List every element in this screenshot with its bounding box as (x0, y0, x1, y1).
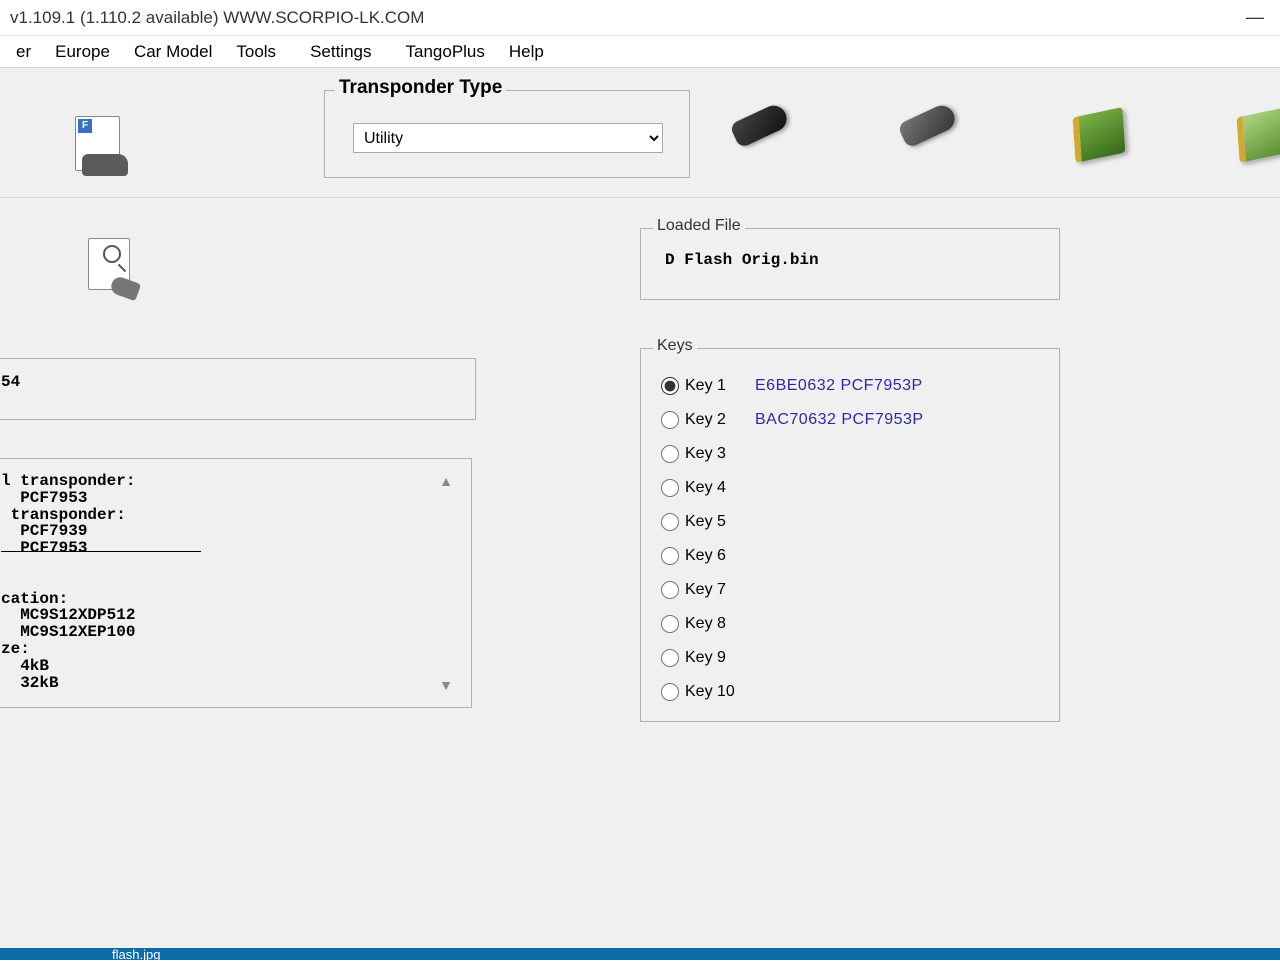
menubar: er Europe Car Model Tools Settings Tango… (0, 36, 1280, 68)
left-info-1-text: 54 (1, 373, 20, 391)
titlebar: v1.109.1 (1.110.2 available) WWW.SCORPIO… (0, 0, 1280, 36)
keys-list: Key 1E6BE0632 PCF7953PKey 2BAC70632 PCF7… (661, 369, 1039, 709)
key-row-2: Key 2BAC70632 PCF7953P (661, 403, 1039, 437)
key-label-10: Key 10 (685, 683, 755, 701)
key-radio-10[interactable] (661, 683, 679, 701)
key-radio-4[interactable] (661, 479, 679, 497)
key-label-3: Key 3 (685, 445, 755, 463)
key-radio-2[interactable] (661, 411, 679, 429)
key-row-5: Key 5 (661, 505, 1039, 539)
key-label-9: Key 9 (685, 649, 755, 667)
window-controls: — (1240, 7, 1270, 28)
key-label-7: Key 7 (685, 581, 755, 599)
content-area: Transponder Type Utility Loaded File D F… (0, 68, 1280, 948)
book-alt-icon[interactable] (1238, 112, 1280, 168)
key-label-5: Key 5 (685, 513, 755, 531)
menu-item-europe[interactable]: Europe (43, 38, 122, 66)
key-row-7: Key 7 (661, 573, 1039, 607)
menu-item-help[interactable]: Help (497, 38, 556, 66)
key-label-8: Key 8 (685, 615, 755, 633)
loaded-file-legend: Loaded File (653, 217, 745, 235)
key-data-1: E6BE0632 PCF7953P (755, 377, 923, 395)
window-title: v1.109.1 (1.110.2 available) WWW.SCORPIO… (10, 8, 1240, 28)
menu-item-settings[interactable]: Settings (298, 38, 383, 66)
menu-item-0[interactable]: er (4, 38, 43, 66)
file-car-icon[interactable] (75, 116, 120, 171)
below-area: Loaded File D Flash Orig.bin Keys Key 1E… (0, 198, 1280, 218)
key-icon[interactable] (900, 112, 956, 168)
left-info-box-1: 54 (0, 358, 476, 420)
key-row-10: Key 10 (661, 675, 1039, 709)
key-row-3: Key 3 (661, 437, 1039, 471)
loaded-file-group: Loaded File D Flash Orig.bin (640, 228, 1060, 300)
key-row-1: Key 1E6BE0632 PCF7953P (661, 369, 1039, 403)
key-graduate-icon[interactable] (732, 112, 788, 168)
keys-group: Keys Key 1E6BE0632 PCF7953PKey 2BAC70632… (640, 348, 1060, 722)
key-label-2: Key 2 (685, 411, 755, 429)
key-row-4: Key 4 (661, 471, 1039, 505)
scroll-up-icon[interactable]: ▲ (439, 473, 453, 489)
key-data-2: BAC70632 PCF7953P (755, 411, 924, 429)
taskbar: flash.jpg (0, 948, 1280, 960)
loaded-file-name: D Flash Orig.bin (665, 251, 819, 269)
transponder-type-select[interactable]: Utility (353, 123, 663, 153)
key-label-6: Key 6 (685, 547, 755, 565)
key-row-9: Key 9 (661, 641, 1039, 675)
menu-item-tools[interactable]: Tools (224, 38, 288, 66)
key-radio-8[interactable] (661, 615, 679, 633)
left-info-2-text: l transponder: PCF7953 transponder: PCF7… (1, 473, 135, 691)
book-green-icon[interactable] (1074, 112, 1130, 168)
key-row-8: Key 8 (661, 607, 1039, 641)
keys-legend: Keys (653, 337, 697, 355)
key-label-1: Key 1 (685, 377, 755, 395)
left-info-box-2: l transponder: PCF7953 transponder: PCF7… (0, 458, 472, 708)
taskbar-item[interactable]: flash.jpg (112, 947, 160, 962)
key-label-4: Key 4 (685, 479, 755, 497)
left-info-2-divider (1, 551, 201, 552)
top-toolbar-band: Transponder Type Utility (0, 68, 1280, 198)
key-radio-7[interactable] (661, 581, 679, 599)
open-file-icon[interactable] (88, 238, 130, 290)
key-radio-5[interactable] (661, 513, 679, 531)
key-radio-1[interactable] (661, 377, 679, 395)
menu-item-car-model[interactable]: Car Model (122, 38, 224, 66)
key-row-6: Key 6 (661, 539, 1039, 573)
minimize-button[interactable]: — (1240, 7, 1270, 28)
key-radio-6[interactable] (661, 547, 679, 565)
transponder-type-group: Transponder Type Utility (324, 90, 690, 178)
key-radio-3[interactable] (661, 445, 679, 463)
key-radio-9[interactable] (661, 649, 679, 667)
scroll-down-icon[interactable]: ▼ (439, 677, 453, 693)
menu-item-tangoplus[interactable]: TangoPlus (394, 38, 497, 66)
transponder-legend: Transponder Type (335, 77, 506, 99)
